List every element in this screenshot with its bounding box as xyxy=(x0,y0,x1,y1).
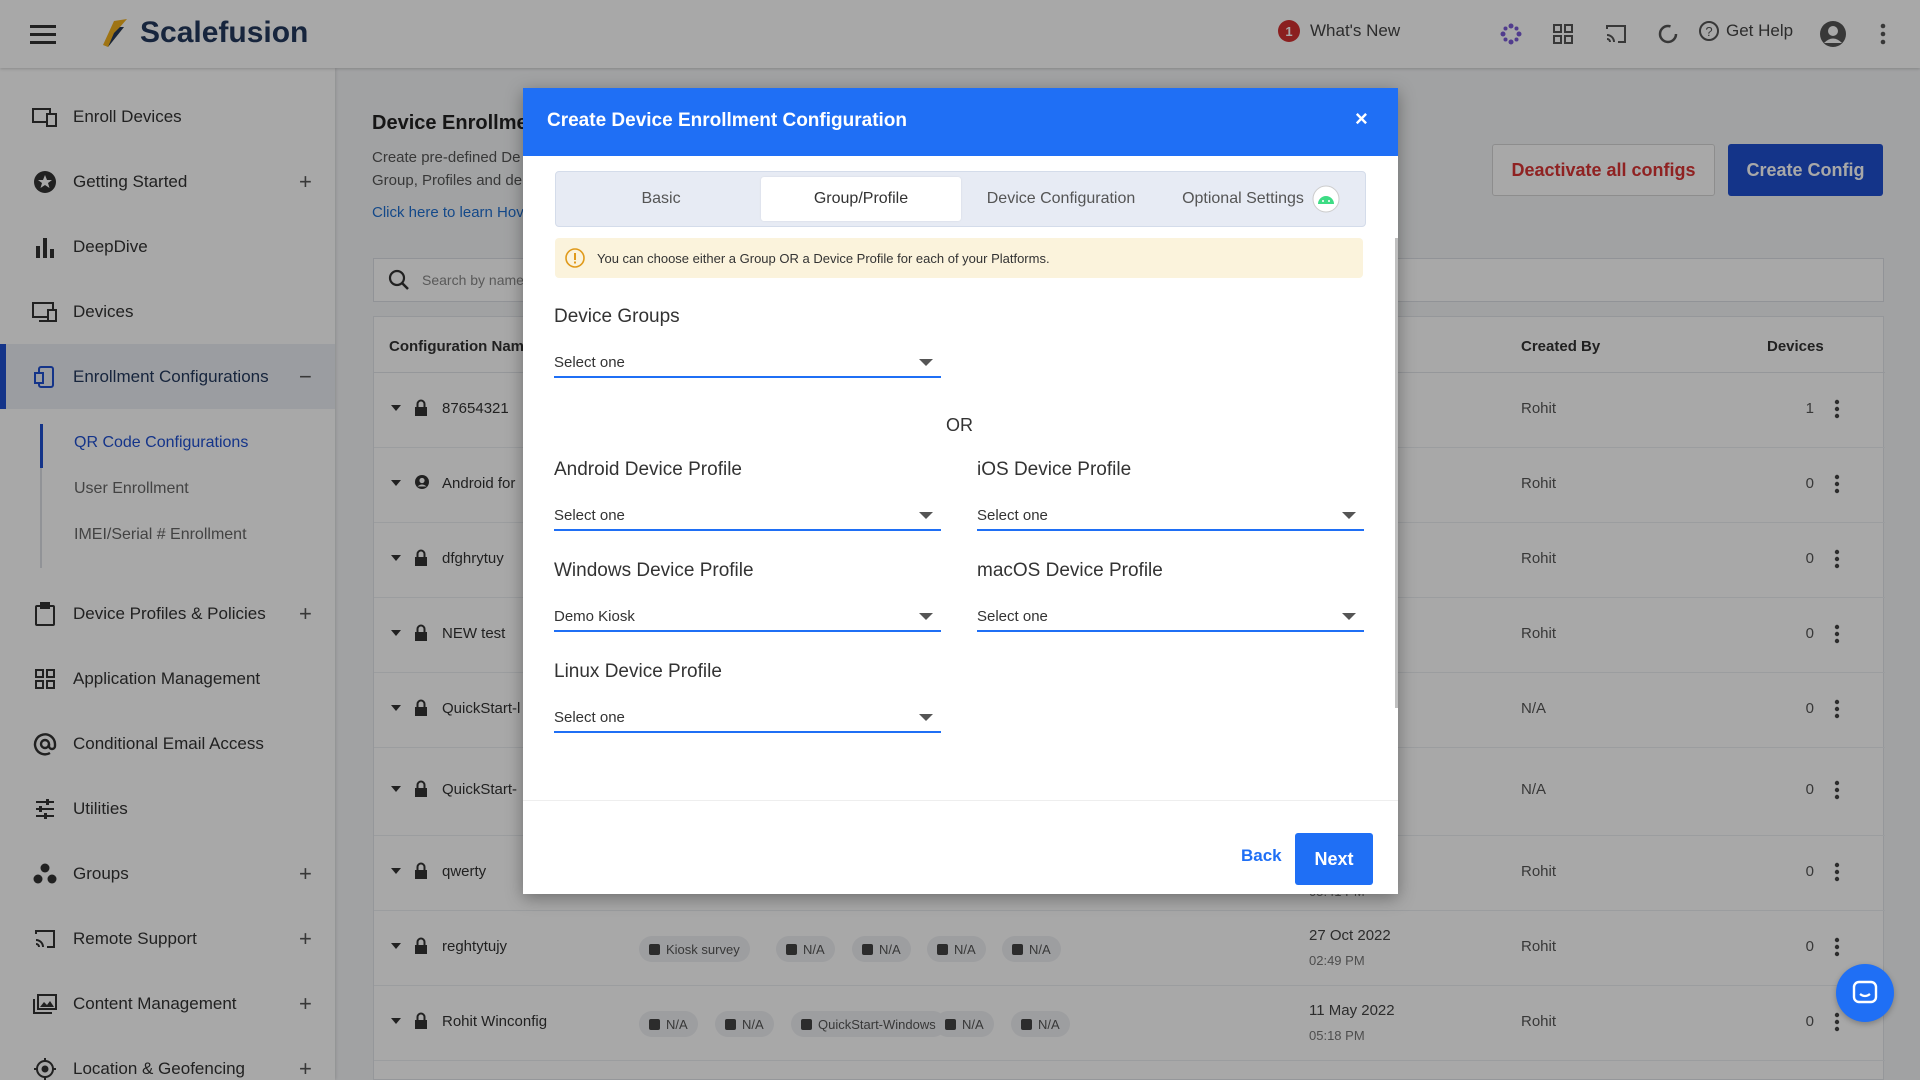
linux-profile-select[interactable]: Select one xyxy=(554,703,941,733)
next-button[interactable]: Next xyxy=(1295,833,1373,885)
tab-group-profile[interactable]: Group/Profile xyxy=(761,177,961,221)
modal-header: Create Device Enrollment Configuration × xyxy=(523,88,1398,156)
ios-profile-label: iOS Device Profile xyxy=(977,459,1131,481)
alert-text: You can choose either a Group OR a Devic… xyxy=(597,251,1050,266)
create-config-modal: Create Device Enrollment Configuration ×… xyxy=(523,88,1398,894)
tab-label: Optional Settings xyxy=(1182,190,1304,208)
select-value: Demo Kiosk xyxy=(554,608,635,625)
modal-title: Create Device Enrollment Configuration xyxy=(547,110,907,132)
back-button[interactable]: Back xyxy=(1241,846,1282,866)
chevron-down-icon xyxy=(1342,613,1356,620)
chevron-down-icon xyxy=(919,359,933,366)
android-profile-label: Android Device Profile xyxy=(554,459,742,481)
tab-optional-settings[interactable]: Optional Settings xyxy=(1161,177,1361,221)
select-value: Select one xyxy=(554,709,625,726)
device-groups-label: Device Groups xyxy=(554,306,680,328)
modal-footer: Back Next xyxy=(523,800,1398,894)
or-separator: OR xyxy=(946,415,973,436)
ios-profile-select[interactable]: Select one xyxy=(977,501,1364,531)
macos-profile-label: macOS Device Profile xyxy=(977,560,1163,582)
chevron-down-icon xyxy=(919,613,933,620)
tab-device-configuration[interactable]: Device Configuration xyxy=(961,177,1161,221)
select-value: Select one xyxy=(977,608,1048,625)
macos-profile-select[interactable]: Select one xyxy=(977,602,1364,632)
chevron-down-icon xyxy=(919,714,933,721)
modal-scrollbar[interactable] xyxy=(1395,238,1398,708)
chevron-down-icon xyxy=(919,512,933,519)
close-icon[interactable]: × xyxy=(1355,106,1368,132)
info-alert: You can choose either a Group OR a Devic… xyxy=(555,238,1363,278)
android-profile-select[interactable]: Select one xyxy=(554,501,941,531)
wizard-tabs: Basic Group/Profile Device Configuration… xyxy=(555,171,1366,227)
tab-basic[interactable]: Basic xyxy=(561,177,761,221)
select-value: Select one xyxy=(554,354,625,371)
select-value: Select one xyxy=(554,507,625,524)
info-icon xyxy=(564,247,586,269)
windows-profile-label: Windows Device Profile xyxy=(554,560,754,582)
chat-support-button[interactable] xyxy=(1836,964,1894,1022)
windows-profile-select[interactable]: Demo Kiosk xyxy=(554,602,941,632)
chevron-down-icon xyxy=(1342,512,1356,519)
linux-profile-label: Linux Device Profile xyxy=(554,661,722,683)
android-icon xyxy=(1312,185,1340,213)
chat-icon xyxy=(1851,979,1879,1007)
device-groups-select[interactable]: Select one xyxy=(554,348,941,378)
select-value: Select one xyxy=(977,507,1048,524)
